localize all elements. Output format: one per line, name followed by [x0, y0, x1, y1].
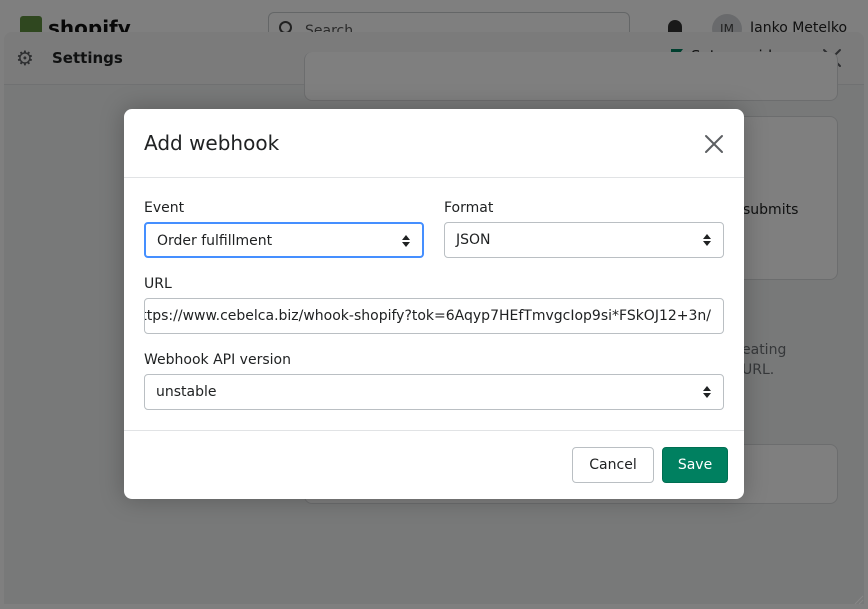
updown-icon	[703, 234, 711, 246]
cancel-button[interactable]: Cancel	[572, 447, 654, 483]
modal-footer-divider	[124, 430, 744, 431]
url-value: https://www.cebelca.biz/whook-shopify?to…	[144, 308, 711, 324]
format-value: JSON	[456, 232, 491, 248]
event-label: Event	[144, 200, 185, 216]
add-webhook-dialog: Add webhook Event Order fulfillment Form…	[124, 109, 744, 499]
url-label: URL	[144, 276, 172, 292]
api-version-value: unstable	[156, 384, 217, 400]
close-icon[interactable]	[702, 132, 726, 156]
modal-title: Add webhook	[144, 131, 280, 155]
event-value: Order fulfillment	[157, 233, 273, 249]
updown-icon	[703, 386, 711, 398]
save-button[interactable]: Save	[662, 447, 728, 483]
url-field[interactable]: https://www.cebelca.biz/whook-shopify?to…	[144, 298, 724, 334]
api-version-label: Webhook API version	[144, 352, 291, 368]
modal-header: Add webhook	[124, 109, 744, 178]
event-select[interactable]: Order fulfillment	[144, 222, 424, 258]
updown-icon	[402, 235, 410, 247]
format-select[interactable]: JSON	[444, 222, 724, 258]
api-version-select[interactable]: unstable	[144, 374, 724, 410]
resize-grip-icon[interactable]	[852, 593, 864, 605]
format-label: Format	[444, 200, 494, 216]
